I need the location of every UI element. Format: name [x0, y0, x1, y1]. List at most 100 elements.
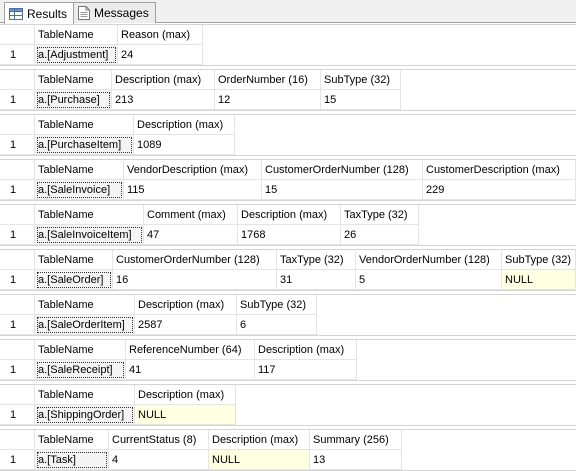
- column-header[interactable]: SubType (32): [321, 70, 401, 90]
- column-header[interactable]: TableName: [35, 295, 135, 315]
- grid-cell[interactable]: 213: [112, 90, 215, 110]
- grid-cell[interactable]: 24: [118, 45, 203, 65]
- grid-cell[interactable]: 117: [255, 360, 357, 380]
- grid-cell[interactable]: a.[PurchaseItem]: [35, 135, 134, 155]
- grid-cell[interactable]: 15: [262, 180, 423, 200]
- result-grid[interactable]: TableName Description (max) 1 a.[Shippin…: [0, 384, 576, 426]
- grid-cell[interactable]: a.[Adjustment]: [35, 45, 118, 65]
- row-number[interactable]: 1: [0, 180, 35, 200]
- column-header[interactable]: OrderNumber (16): [215, 70, 321, 90]
- column-header[interactable]: Reason (max): [118, 25, 203, 45]
- row-number[interactable]: 1: [0, 450, 35, 470]
- row-number-header: [0, 295, 35, 315]
- grid-cell[interactable]: 5: [356, 270, 502, 290]
- column-header[interactable]: TableName: [35, 70, 112, 90]
- column-header[interactable]: CustomerDescription (max): [423, 160, 576, 180]
- tab-messages[interactable]: Messages: [73, 2, 156, 23]
- row-number[interactable]: 1: [0, 135, 35, 155]
- column-header-row: TableName Description (max): [0, 115, 576, 135]
- grid-cell[interactable]: 115: [124, 180, 262, 200]
- grid-cell[interactable]: a.[SaleOrderItem]: [35, 315, 135, 335]
- row-number[interactable]: 1: [0, 405, 35, 425]
- column-header-row: TableName CurrentStatus (8) Description …: [0, 430, 576, 450]
- grid-cell[interactable]: 13: [310, 450, 402, 470]
- column-header[interactable]: SubType (32): [502, 250, 576, 270]
- grid-cell[interactable]: a.[SaleOrder]: [35, 270, 113, 290]
- grid-cell[interactable]: 229: [423, 180, 576, 200]
- grid-cell[interactable]: 47: [144, 225, 238, 245]
- row-number-header: [0, 205, 35, 225]
- result-grid[interactable]: TableName Description (max) 1 a.[Purchas…: [0, 114, 576, 156]
- column-header[interactable]: TableName: [35, 25, 118, 45]
- grid-cell[interactable]: a.[ShippingOrder]: [35, 405, 135, 425]
- grid-cell[interactable]: 12: [215, 90, 321, 110]
- column-header[interactable]: TableName: [35, 385, 135, 405]
- row-number[interactable]: 1: [0, 270, 35, 290]
- column-header[interactable]: TableName: [35, 430, 109, 450]
- grid-cell[interactable]: 1089: [134, 135, 235, 155]
- column-header[interactable]: VendorDescription (max): [124, 160, 262, 180]
- column-header[interactable]: CustomerOrderNumber (128): [262, 160, 423, 180]
- grid-cell[interactable]: 31: [277, 270, 356, 290]
- table-row: 1 a.[Adjustment] 24: [0, 45, 576, 65]
- grid-cell[interactable]: 4: [109, 450, 209, 470]
- grid-cell[interactable]: 15: [321, 90, 401, 110]
- column-header[interactable]: Summary (256): [310, 430, 402, 450]
- column-header[interactable]: VendorOrderNumber (128): [356, 250, 502, 270]
- grid-cell[interactable]: a.[Purchase]: [35, 90, 112, 110]
- column-header[interactable]: Description (max): [255, 340, 357, 360]
- column-header[interactable]: TaxType (32): [341, 205, 419, 225]
- column-header[interactable]: Description (max): [135, 295, 237, 315]
- column-header[interactable]: TableName: [35, 340, 126, 360]
- null-cell[interactable]: NULL: [135, 405, 236, 425]
- tab-results[interactable]: Results: [4, 2, 75, 24]
- result-grid[interactable]: TableName ReferenceNumber (64) Descripti…: [0, 339, 576, 381]
- result-grid[interactable]: TableName Description (max) OrderNumber …: [0, 69, 576, 111]
- column-header[interactable]: Description (max): [135, 385, 236, 405]
- column-header[interactable]: ReferenceNumber (64): [126, 340, 255, 360]
- row-number[interactable]: 1: [0, 225, 35, 245]
- result-grid[interactable]: TableName VendorDescription (max) Custom…: [0, 159, 576, 201]
- column-header[interactable]: TableName: [35, 115, 134, 135]
- null-cell[interactable]: NULL: [502, 270, 576, 290]
- grid-cell[interactable]: 1768: [238, 225, 341, 245]
- row-number[interactable]: 1: [0, 315, 35, 335]
- result-grid[interactable]: TableName Description (max) SubType (32)…: [0, 294, 576, 336]
- column-header[interactable]: SubType (32): [237, 295, 317, 315]
- grid-cell[interactable]: 41: [126, 360, 255, 380]
- column-header[interactable]: Description (max): [238, 205, 341, 225]
- null-cell[interactable]: NULL: [209, 450, 310, 470]
- grid-cell[interactable]: a.[SaleInvoice]: [35, 180, 124, 200]
- grid-cell[interactable]: a.[SaleReceipt]: [35, 360, 126, 380]
- column-header[interactable]: Comment (max): [144, 205, 238, 225]
- grid-cell[interactable]: 26: [341, 225, 419, 245]
- result-grid[interactable]: TableName CustomerOrderNumber (128) TaxT…: [0, 249, 576, 291]
- row-number[interactable]: 1: [0, 45, 35, 65]
- grid-cell[interactable]: a.[Task]: [35, 450, 109, 470]
- result-grid[interactable]: TableName CurrentStatus (8) Description …: [0, 429, 576, 471]
- column-header-row: TableName ReferenceNumber (64) Descripti…: [0, 340, 576, 360]
- column-header[interactable]: TableName: [35, 250, 113, 270]
- column-header[interactable]: TableName: [35, 160, 124, 180]
- result-grid[interactable]: TableName Comment (max) Description (max…: [0, 204, 576, 246]
- grid-cell[interactable]: 16: [113, 270, 277, 290]
- column-header[interactable]: CustomerOrderNumber (128): [113, 250, 277, 270]
- table-row: 1 a.[SaleInvoiceItem] 47 1768 26: [0, 225, 576, 245]
- grid-cell[interactable]: 6: [237, 315, 317, 335]
- column-header[interactable]: Description (max): [209, 430, 310, 450]
- column-header[interactable]: TaxType (32): [277, 250, 356, 270]
- column-header[interactable]: Description (max): [134, 115, 235, 135]
- table-row: 1 a.[Task] 4 NULL 13: [0, 450, 576, 470]
- grid-cell[interactable]: 2587: [135, 315, 237, 335]
- row-number[interactable]: 1: [0, 360, 35, 380]
- row-number-header: [0, 250, 35, 270]
- document-icon: [78, 6, 90, 20]
- row-number[interactable]: 1: [0, 90, 35, 110]
- column-header[interactable]: TableName: [35, 205, 144, 225]
- result-grid[interactable]: TableName Reason (max) 1 a.[Adjustment] …: [0, 24, 576, 66]
- grid-cell[interactable]: a.[SaleInvoiceItem]: [35, 225, 144, 245]
- row-number-header: [0, 115, 35, 135]
- row-number-header: [0, 160, 35, 180]
- column-header[interactable]: Description (max): [112, 70, 215, 90]
- column-header[interactable]: CurrentStatus (8): [109, 430, 209, 450]
